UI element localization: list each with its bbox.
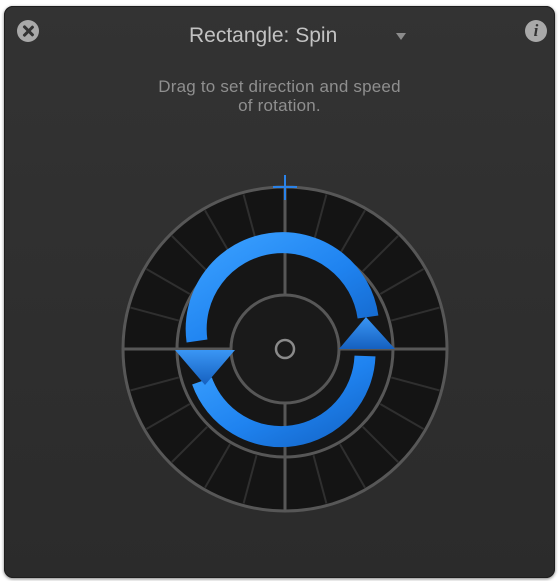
spin-dial[interactable] xyxy=(4,6,555,578)
spin-hud-panel: Rectangle: Spin i Drag to set direction … xyxy=(4,6,555,578)
